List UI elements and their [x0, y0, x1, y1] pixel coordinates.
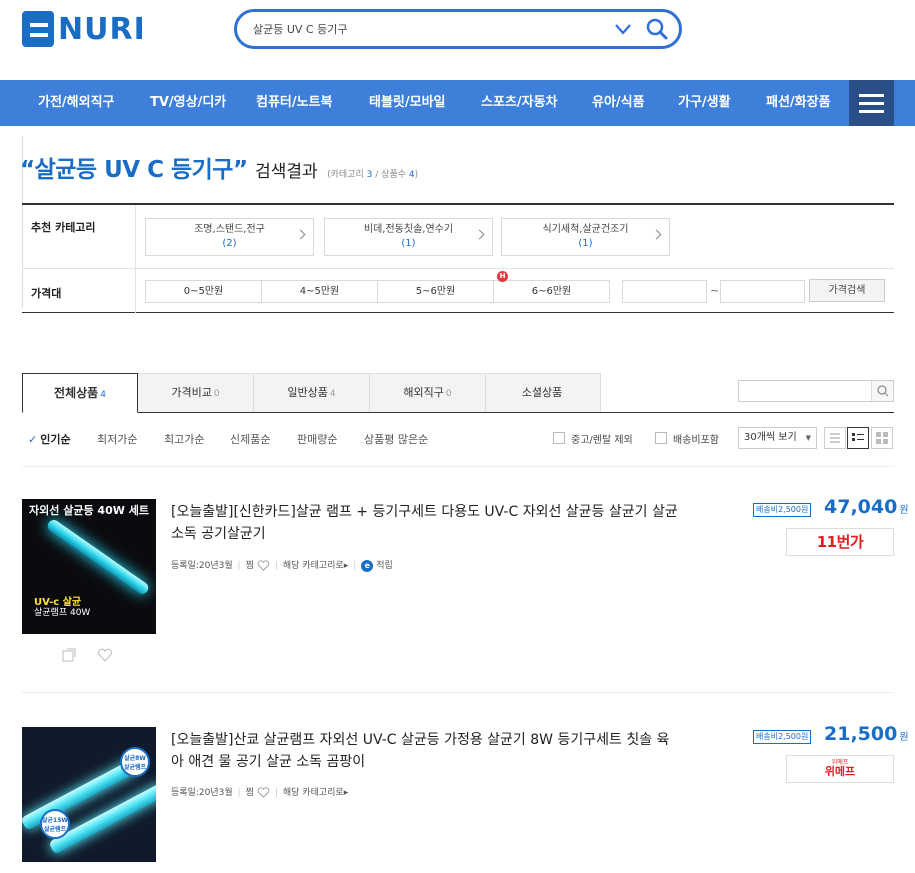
- sort-newest[interactable]: 신제품순: [230, 431, 270, 447]
- exclude-used-checkbox[interactable]: [553, 432, 565, 444]
- product-meta: 등록일:20년3월 | 찜 | 해당 카테고리로▸ | e 적립: [171, 559, 393, 572]
- tab-all[interactable]: 전체상품 4: [22, 373, 138, 413]
- heart-icon[interactable]: [257, 787, 270, 798]
- product-meta: 등록일:20년3월 | 찜 | 해당 카테고리로▸: [171, 787, 349, 798]
- product-price[interactable]: 47,040 원: [824, 496, 909, 518]
- register-date: 등록일:20년3월: [171, 561, 233, 571]
- price-search-button[interactable]: 가격검색: [809, 279, 885, 302]
- price-range-1[interactable]: 0~5만원: [145, 280, 262, 303]
- shipping-badge: 배송비2,500원: [753, 503, 812, 517]
- search-icon[interactable]: [871, 381, 893, 401]
- hamburger-menu-icon[interactable]: [849, 80, 894, 126]
- category-chip-lighting[interactable]: 조명,스탠드,전구 (2): [145, 218, 314, 256]
- nav-item-baby[interactable]: 유아/식품: [592, 80, 645, 126]
- in-result-search-input[interactable]: [738, 380, 894, 402]
- category-link[interactable]: 해당 카테고리로▸: [283, 788, 348, 798]
- nav-item-tv[interactable]: TV/영상/디카: [150, 80, 226, 126]
- view-list-icon[interactable]: [824, 427, 846, 449]
- product-image-title: 자외선 살균등 40W 세트: [29, 504, 149, 517]
- sort-sales[interactable]: 판매량순: [297, 431, 337, 447]
- open-window-icon[interactable]: [61, 647, 77, 663]
- free-ship-label: 배송비포함: [673, 435, 719, 446]
- result-meta: (카테고리 3 / 상품수 4): [327, 170, 419, 180]
- product-image[interactable]: 자외선 살균등 40W 세트 UV-c 살균 살균램프 40W: [22, 499, 156, 634]
- search-box[interactable]: [234, 9, 682, 49]
- view-detail-icon[interactable]: [847, 427, 869, 449]
- logo-text: NURI: [58, 11, 146, 47]
- hot-badge-icon: H: [497, 271, 508, 282]
- nav-item-sports[interactable]: 스포츠/자동차: [481, 80, 558, 126]
- product-image-tag: 살균15W 살균램프: [40, 809, 70, 839]
- result-query: “살균등 UV C 등기구”: [20, 157, 248, 183]
- price-filter-label: 가격대: [31, 287, 62, 300]
- product-price[interactable]: 21,500 원: [824, 723, 909, 745]
- dropdown-arrow-icon: ▼: [805, 434, 811, 442]
- point-label: 적립: [376, 561, 393, 571]
- result-title: “살균등 UV C 등기구” 검색결과 (카테고리 3 / 상품수 4): [20, 150, 418, 184]
- product-image[interactable]: 살균8W 살균램프 살균15W 살균램프: [22, 727, 156, 862]
- price-range-4[interactable]: 6~6만원: [493, 280, 610, 303]
- product-image-tag: 살균8W 살균램프: [120, 747, 150, 777]
- category-nav: 가전/해외직구 TV/영상/디카 컴퓨터/노트북 태블릿/모바일 스포츠/자동차…: [0, 80, 915, 126]
- uv-lamp-graphic: [45, 517, 151, 597]
- price-tilde: ~: [710, 284, 720, 297]
- nav-item-appliance[interactable]: 가전/해외직구: [38, 80, 115, 126]
- per-page-select[interactable]: 30개씩 보기 ▼: [738, 427, 817, 449]
- price-min-input[interactable]: [622, 280, 707, 303]
- divider: [22, 466, 894, 467]
- tab-social[interactable]: 소셜상품: [485, 373, 601, 412]
- tab-price-compare[interactable]: 가격비교 0: [137, 373, 254, 412]
- filter-panel: 추천 카테고리 조명,스탠드,전구 (2) 비데,전동칫솔,연수기 (1) 식기세척…: [22, 203, 894, 313]
- price-max-input[interactable]: [720, 280, 805, 303]
- category-link[interactable]: 해당 카테고리로▸: [283, 561, 348, 571]
- sort-highest[interactable]: 최고가순: [164, 431, 204, 447]
- divider: [22, 692, 894, 693]
- result-suffix: 검색결과: [255, 162, 318, 182]
- free-ship-checkbox[interactable]: [655, 432, 667, 444]
- wish-label[interactable]: 찜: [246, 788, 254, 798]
- price-range-3[interactable]: 5~6만원: [377, 280, 494, 303]
- exclude-used-label: 중고/렌탈 제외: [571, 435, 633, 446]
- category-filter-label: 추천 카테고리: [31, 221, 96, 234]
- tab-overseas[interactable]: 해외직구 0: [369, 373, 486, 412]
- category-chip-dishwasher[interactable]: 식기세척,살균건조기 (1): [501, 218, 670, 256]
- category-chip-bidet[interactable]: 비데,전동칫솔,연수기 (1): [324, 218, 493, 256]
- register-date: 등록일:20년3월: [171, 788, 233, 798]
- product-image-sublabel: 살균램프 40W: [34, 608, 91, 618]
- shipping-badge: 배송비2,500원: [753, 730, 812, 744]
- shop-wemakeprice-logo[interactable]: 위메프 위메프: [786, 755, 894, 783]
- wish-label[interactable]: 찜: [246, 561, 254, 571]
- search-input[interactable]: [253, 19, 603, 39]
- nav-item-tablet[interactable]: 태블릿/모바일: [369, 80, 446, 126]
- point-icon: e: [361, 559, 374, 572]
- nuri-logo[interactable]: NURI: [22, 10, 146, 48]
- nav-item-computer[interactable]: 컴퓨터/노트북: [256, 80, 333, 126]
- tab-general[interactable]: 일반상품 4: [253, 373, 370, 412]
- product-name[interactable]: [오늘출발]산쿄 살균램프 자외선 UV-C 살균등 가정용 살균기 8W 등기…: [171, 729, 681, 773]
- sort-reviews[interactable]: 상품평 많은순: [364, 431, 428, 447]
- product-name[interactable]: [오늘출발][신한카드]살균 램프 + 등기구세트 다용도 UV-C 자외선 살…: [171, 501, 681, 545]
- search-icon[interactable]: [645, 17, 669, 41]
- sort-bar: 인기순 최저가순 최고가순 신제품순 판매량순 상품평 많은순 중고/렌탈 제외…: [22, 427, 894, 449]
- nav-item-fashion[interactable]: 패션/화장품: [766, 80, 831, 126]
- price-range-2[interactable]: 4~5만원: [261, 280, 378, 303]
- sort-popular[interactable]: 인기순: [28, 431, 70, 447]
- shop-11st-logo[interactable]: 11번가: [786, 528, 894, 556]
- nuri-logo-icon: [22, 11, 54, 47]
- sort-lowest[interactable]: 최저가순: [97, 431, 137, 447]
- heart-icon[interactable]: [97, 647, 113, 663]
- heart-icon[interactable]: [257, 560, 270, 571]
- view-grid-icon[interactable]: [871, 427, 893, 449]
- chevron-down-icon[interactable]: [613, 19, 633, 39]
- nav-item-furniture[interactable]: 가구/생활: [678, 80, 731, 126]
